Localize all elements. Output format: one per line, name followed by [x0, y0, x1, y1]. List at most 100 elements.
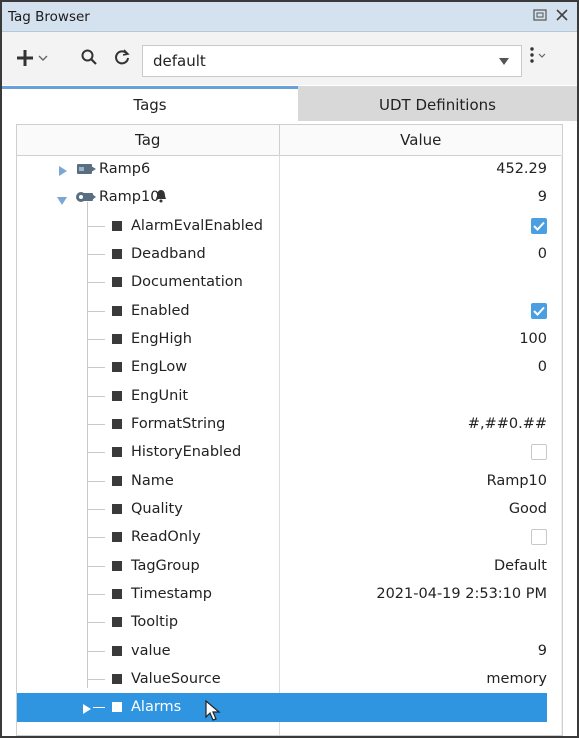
table-row[interactable]: ValueSource memory — [17, 665, 547, 693]
property-icon — [112, 673, 122, 684]
tag-label: ValueSource — [131, 671, 221, 688]
refresh-icon — [115, 49, 130, 65]
property-icon — [112, 617, 122, 628]
table-row[interactable]: Quality Good — [17, 495, 547, 523]
property-icon — [112, 305, 122, 316]
table-row[interactable]: Ramp6 452.29 — [17, 155, 547, 183]
tag-value: 0 — [537, 359, 547, 376]
add-tag-button[interactable] — [16, 49, 48, 67]
expand-arrow-icon[interactable] — [59, 164, 69, 176]
add-icon — [17, 50, 33, 66]
table-row[interactable]: AlarmEvalEnabled — [17, 212, 547, 240]
property-icon — [112, 503, 122, 514]
tag-label: value — [131, 642, 171, 659]
table-row[interactable]: TagGroup Default — [17, 552, 547, 580]
tag-label: Enabled — [131, 302, 190, 319]
table-row[interactable]: EngHigh 100 — [17, 325, 547, 353]
table-row[interactable]: Enabled — [17, 297, 547, 325]
tab-bar: Tags UDT Definitions — [2, 86, 577, 121]
tag-label: ReadOnly — [131, 529, 201, 546]
expand-arrow-icon[interactable] — [83, 702, 93, 715]
tag-value: 2021-04-19 2:53:10 PM — [376, 586, 547, 603]
tag-value: Good — [508, 501, 547, 518]
kebab-menu-icon — [530, 47, 534, 63]
scroll-up-icon[interactable] — [561, 175, 562, 191]
dropdown-arrow-icon — [499, 53, 509, 69]
tag-label: Alarms — [131, 699, 182, 716]
table-row[interactable]: Timestamp 2021-04-19 2:53:10 PM — [17, 580, 547, 608]
table-row[interactable]: Tooltip — [17, 608, 547, 636]
tag-value: memory — [486, 671, 547, 688]
property-icon — [112, 418, 122, 429]
tag-value: 0 — [537, 246, 547, 263]
vertical-scrollbar[interactable] — [561, 155, 562, 735]
table-row[interactable]: EngUnit — [17, 382, 547, 410]
chevron-down-icon — [38, 55, 48, 61]
tag-label: EngHigh — [131, 331, 192, 348]
property-icon — [112, 702, 122, 713]
tag-label: Timestamp — [131, 586, 212, 603]
search-button[interactable] — [81, 49, 97, 65]
property-icon — [112, 333, 122, 344]
tag-label: Ramp10 — [99, 189, 160, 206]
tag-label: Ramp6 — [99, 161, 151, 178]
table-row[interactable]: Name Ramp10 — [17, 467, 547, 495]
tag-provider-select[interactable]: default — [142, 45, 522, 77]
tab-tags[interactable]: Tags — [2, 86, 298, 121]
tag-value: 452.29 — [496, 161, 547, 178]
search-icon — [81, 49, 97, 65]
table-row[interactable]: value 9 — [17, 637, 547, 665]
tag-label: Deadband — [131, 246, 206, 263]
title-bar: Tag Browser — [2, 2, 577, 32]
property-icon — [112, 447, 122, 458]
column-header-value[interactable]: Value — [280, 125, 562, 155]
tag-label: Documentation — [131, 274, 243, 291]
checkbox[interactable] — [531, 302, 547, 319]
checkbox[interactable] — [531, 529, 547, 546]
tag-label: Tooltip — [131, 614, 179, 631]
column-header-tag[interactable]: Tag — [17, 125, 280, 155]
tag-label: HistoryEnabled — [131, 444, 242, 461]
table-row[interactable]: Ramp10 9 — [17, 183, 547, 211]
tag-label: EngLow — [131, 359, 188, 376]
tag-provider-value: default — [153, 52, 206, 70]
checkbox[interactable] — [531, 444, 547, 461]
property-icon — [112, 277, 122, 288]
tag-label: TagGroup — [131, 557, 200, 574]
tag-label: Name — [131, 472, 174, 489]
tag-value: 9 — [537, 189, 547, 206]
tag-label: AlarmEvalEnabled — [131, 217, 263, 234]
property-icon — [112, 362, 122, 373]
checkbox[interactable] — [531, 217, 547, 234]
tag-value: 100 — [519, 331, 547, 348]
property-icon — [112, 588, 122, 599]
table-row[interactable]: Documentation — [17, 268, 547, 296]
table-row[interactable]: EngLow 0 — [17, 353, 547, 381]
tag-value: Default — [494, 557, 547, 574]
refresh-button[interactable] — [114, 49, 130, 65]
property-icon — [112, 220, 122, 231]
scroll-down-icon[interactable] — [561, 717, 562, 733]
close-icon[interactable] — [555, 8, 569, 26]
memory-tag-icon — [77, 163, 97, 179]
property-icon — [112, 532, 122, 543]
table-row-selected[interactable]: Alarms — [17, 693, 547, 722]
property-icon — [112, 475, 122, 486]
restore-icon[interactable] — [533, 8, 547, 25]
table-row[interactable]: HistoryEnabled — [17, 438, 547, 466]
memory-tag-alarm-icon — [75, 189, 97, 209]
chevron-down-icon — [538, 53, 546, 58]
table-row[interactable]: ReadOnly — [17, 523, 547, 551]
table-row[interactable]: Deadband 0 — [17, 240, 547, 268]
mouse-cursor-icon — [205, 699, 221, 726]
bell-icon — [155, 189, 167, 207]
toolbar: default — [2, 32, 577, 85]
tag-browser-window: Tag Browser default Tags UDT Definitions… — [0, 0, 579, 738]
table-header: Tag Value — [17, 125, 562, 156]
tab-udt-definitions[interactable]: UDT Definitions — [298, 86, 577, 121]
collapse-arrow-icon[interactable] — [57, 193, 67, 206]
property-icon — [112, 645, 122, 656]
tag-value: #,##0.## — [467, 416, 547, 433]
table-row[interactable]: FormatString #,##0.## — [17, 410, 547, 438]
more-options-button[interactable] — [530, 47, 546, 63]
